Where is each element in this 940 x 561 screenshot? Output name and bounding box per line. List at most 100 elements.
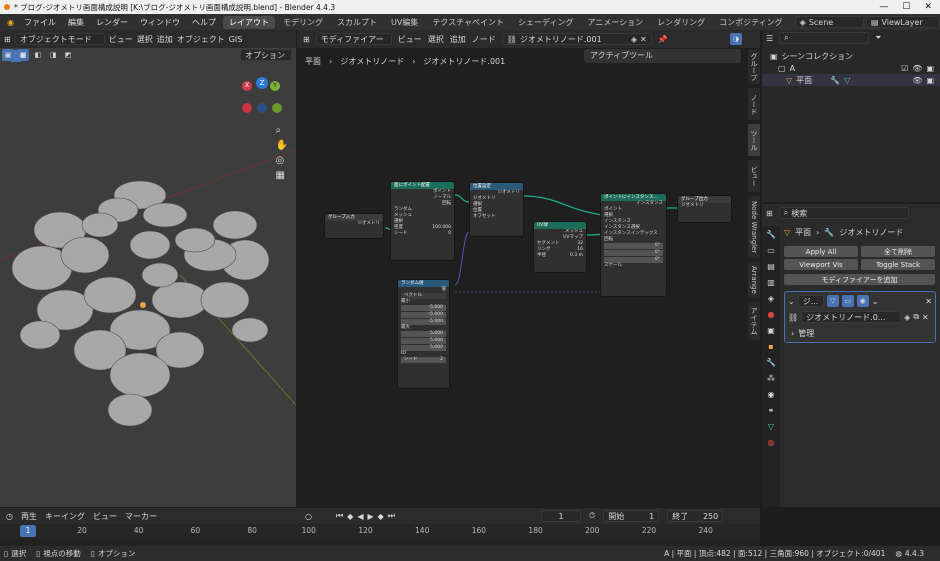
viewport-3d[interactable]: Z Y X ⌕ ✋ ◎ ▦ ⬚ — [0, 30, 296, 507]
frame-ruler[interactable]: 1 20 40 60 80 100 120 140 160 180 200 220 240 — [0, 524, 760, 538]
radius-field[interactable]: 半径 0.3 m — [534, 253, 586, 259]
node-set-position[interactable]: 位置設定 ジオメトリ ジオメトリ 選択 位置 オフセット — [469, 182, 524, 237]
mode-selector[interactable]: オブジェクトモード — [14, 33, 105, 45]
close-icon[interactable]: ✕ — [924, 2, 932, 12]
gizmo-x[interactable]: X — [242, 81, 252, 91]
duplicate-icon[interactable]: ⧉ — [913, 312, 919, 322]
viewport-menu-select[interactable]: 選択 — [137, 34, 153, 45]
eye-icon[interactable]: 👁 — [912, 64, 922, 73]
gizmo-neg-z[interactable] — [257, 103, 267, 113]
scene-selector[interactable]: ◈ Scene — [794, 16, 864, 28]
edit-mode-icon[interactable]: ▽ — [826, 295, 839, 307]
next-key-icon[interactable]: ◆ — [378, 512, 384, 521]
gizmo-neg-y[interactable] — [272, 103, 282, 113]
socket-scale[interactable]: スケール — [601, 263, 666, 269]
socket-offset[interactable]: オフセット — [470, 214, 523, 220]
outliner[interactable]: ☰ ⌕ ⏷ ▣ シーンコレクション ▢ A ☑ 👁 ▣ ▽ 平面 🔧 ▽ 👁 ▣ — [762, 30, 940, 202]
overlay-icon[interactable]: ◑ — [730, 33, 742, 45]
breadcrumb-tree[interactable]: ジオメトリノード.001 — [423, 56, 505, 67]
world-icon[interactable]: ● — [768, 310, 775, 319]
viewport-menu-object[interactable]: オブジェクト — [177, 34, 225, 45]
toggle-stack-button[interactable]: Toggle Stack — [861, 259, 935, 270]
mode-subtract-icon[interactable]: ◨ — [47, 49, 59, 61]
menu-window[interactable]: ウィンドウ — [135, 17, 185, 28]
close-icon[interactable]: ✕ — [640, 35, 647, 44]
tab-shading[interactable]: シェーディング — [512, 16, 579, 29]
tab-uv[interactable]: UV編集 — [385, 16, 424, 29]
material-icon[interactable]: ◍ — [768, 438, 775, 447]
collapse-icon[interactable]: ⌄ — [788, 297, 795, 306]
viewport-menu-add[interactable]: 追加 — [157, 34, 173, 45]
mode-new-icon[interactable]: ■ — [17, 49, 29, 61]
remove-icon[interactable]: ✕ — [925, 297, 932, 306]
data-icon[interactable]: ▽ — [768, 422, 774, 431]
scene-icon[interactable]: ◈ — [768, 294, 774, 303]
socket-geometry[interactable]: ジオメトリ — [678, 203, 731, 209]
editor-type-icon[interactable]: ◷ — [6, 512, 13, 521]
tab-rendering[interactable]: レンダリング — [651, 16, 711, 29]
fake-user-icon[interactable]: ◈ — [631, 35, 637, 44]
camera-icon[interactable]: ◎ — [276, 155, 288, 166]
seed-field[interactable]: シード 0 — [391, 231, 454, 237]
max-x[interactable]: 5.000 — [401, 331, 446, 337]
sidetab-group[interactable]: グループ — [748, 50, 760, 84]
zoom-icon[interactable]: ⌕ — [276, 125, 288, 136]
apply-all-button[interactable]: Apply All — [784, 246, 858, 257]
mode-invert-icon[interactable]: ◩ — [62, 49, 74, 61]
seed-field[interactable]: シード 2 — [401, 357, 446, 363]
object-icon[interactable]: ▪ — [768, 342, 773, 351]
modifier-name-field[interactable]: ジ... — [797, 295, 824, 307]
tab-modeling[interactable]: モデリング — [277, 16, 329, 29]
start-frame-field[interactable]: 開始 1 — [603, 510, 660, 522]
node-distribute-points[interactable]: 面にポイント配置 ポイント ノーマル 回転 ランダム メッシュ 選択 密度 100… — [390, 181, 455, 261]
outliner-search-input[interactable]: ⌕ — [779, 32, 870, 44]
viewport-vis-button[interactable]: Viewport Vis — [784, 259, 858, 270]
render-icon[interactable]: ▭ — [767, 246, 775, 255]
node-uv-sphere[interactable]: UV球 メッシュ UVマップ セグメント 32 リング 16 半径 0.3 m — [533, 221, 587, 273]
outliner-row-collection-a[interactable]: ▢ A ☑ 👁 ▣ — [762, 62, 940, 74]
properties-search-input[interactable]: ⌕ 検索 — [778, 207, 909, 219]
active-tool-panel[interactable]: アクティブツール — [584, 49, 741, 63]
sidetab-node-wrangler[interactable]: Node Wrangler — [748, 196, 760, 258]
output-icon[interactable]: ▤ — [767, 262, 775, 271]
scene-collection-row[interactable]: ▣ シーンコレクション — [762, 50, 940, 62]
manage-subpanel[interactable]: › 管理 — [788, 327, 932, 339]
blender-menu-icon[interactable]: ◉ — [4, 18, 17, 27]
node-tree-selector[interactable]: ⛓ ジオメトリノード.001 ◈ ✕ — [501, 33, 652, 45]
menu-file[interactable]: ファイル — [19, 17, 61, 28]
editor-type-icon[interactable]: ⊞ — [766, 209, 773, 218]
node-menu-select[interactable]: 選択 — [428, 34, 444, 45]
node-tree-icon[interactable]: ⛓ — [788, 313, 798, 322]
viewport-options-button[interactable]: オプション — [240, 49, 292, 61]
timeline-menu-marker[interactable]: マーカー — [125, 511, 157, 522]
node-random-value[interactable]: ランダム値 値 ベクトル 最小 -5.000 -5.000 -5.000 最大 … — [397, 279, 450, 389]
grid-view-icon[interactable]: ▦ — [276, 170, 288, 181]
jump-start-icon[interactable]: ⏮ — [336, 511, 343, 521]
menu-help[interactable]: ヘルプ — [187, 17, 221, 28]
viewlayer-selector[interactable]: ▤ ViewLayer — [865, 16, 940, 28]
eye-icon[interactable]: 👁 — [912, 76, 922, 85]
menu-edit[interactable]: 編集 — [63, 17, 89, 28]
socket-geometry[interactable]: ジオメトリ — [325, 221, 383, 227]
menu-render[interactable]: レンダー — [91, 17, 133, 28]
gizmo-neg-x[interactable] — [242, 103, 252, 113]
node-editor[interactable]: グループ入力 ジオメトリ 面にポイント配置 ポイント ノーマル 回転 ランダム … — [297, 30, 760, 507]
add-modifier-button[interactable]: モディファイアーを追加 — [784, 274, 935, 285]
navigation-gizmo[interactable]: Z Y X — [238, 75, 286, 123]
sidetab-view[interactable]: ビュー — [748, 160, 760, 192]
editor-type-icon[interactable]: ⊞ — [303, 35, 310, 44]
editor-context-selector[interactable]: モディファイアー — [315, 33, 392, 45]
viewport-menu-view[interactable]: ビュー — [109, 34, 133, 45]
close-icon[interactable]: ✕ — [922, 313, 929, 322]
tab-layout[interactable]: レイアウト — [222, 15, 275, 29]
timeline[interactable]: ◷ 再生 キーイング ビュー マーカー ○ ⏮ ◆ ◀ ▶ ◆ ⏭ 1 ⏱ 開始… — [0, 508, 760, 546]
modifier-tree-field[interactable]: ジオメトリノード.0... — [801, 311, 902, 323]
viewport-menu-gis[interactable]: GIS — [229, 35, 243, 44]
viewport-icon[interactable]: ▭ — [841, 295, 854, 307]
mode-extend-icon[interactable]: ◧ — [32, 49, 44, 61]
particles-icon[interactable]: ⁂ — [767, 374, 775, 383]
dropdown-icon[interactable]: ⌄ — [872, 297, 879, 306]
min-y[interactable]: -5.000 — [401, 312, 446, 318]
pin-icon[interactable]: 📌 — [658, 35, 668, 44]
node-group-output[interactable]: グループ出力 ジオメトリ — [677, 195, 732, 223]
